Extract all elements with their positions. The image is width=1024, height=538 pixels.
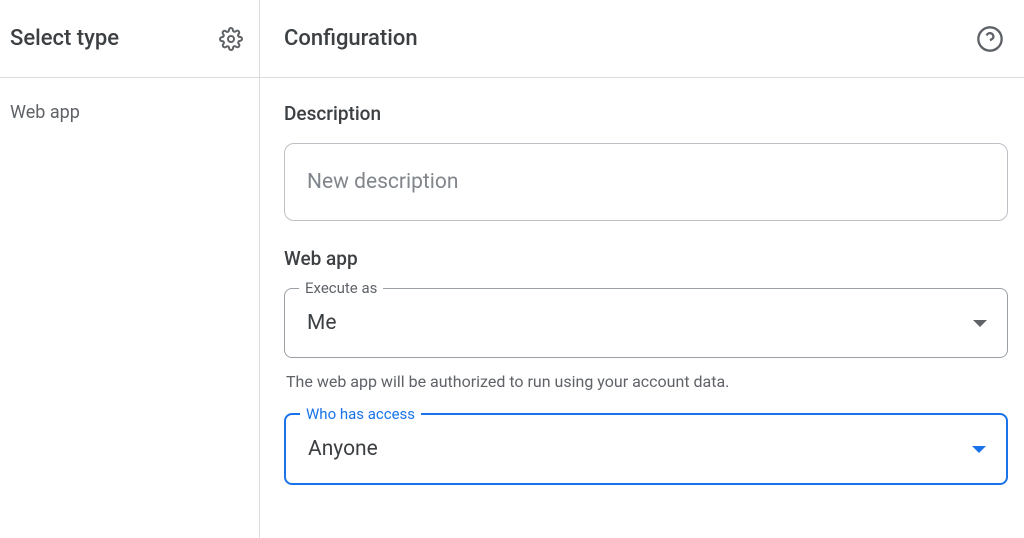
help-icon[interactable] <box>972 21 1008 57</box>
chevron-down-icon <box>972 446 986 453</box>
who-has-access-legend: Who has access <box>300 405 421 423</box>
execute-as-select[interactable]: Execute as Me <box>284 288 1008 358</box>
main-panel: Configuration Description Web app Execut… <box>260 0 1024 538</box>
sidebar: Select type Web app <box>0 0 260 538</box>
execute-as-value: Me <box>307 311 336 335</box>
sidebar-list: Web app <box>0 78 259 129</box>
description-label: Description <box>284 102 1008 125</box>
content-area: Description Web app Execute as Me The we… <box>260 78 1024 509</box>
who-has-access-select[interactable]: Who has access Anyone <box>284 413 1008 485</box>
chevron-down-icon <box>973 320 987 327</box>
sidebar-header: Select type <box>0 0 259 78</box>
description-input[interactable] <box>284 143 1008 221</box>
execute-as-content: Me <box>285 289 1007 357</box>
sidebar-item-webapp[interactable]: Web app <box>0 96 259 129</box>
execute-as-helper: The web app will be authorized to run us… <box>284 372 1008 391</box>
execute-as-legend: Execute as <box>299 279 383 297</box>
sidebar-title: Select type <box>10 26 119 51</box>
who-has-access-value: Anyone <box>308 437 378 461</box>
main-title: Configuration <box>284 26 418 51</box>
webapp-label: Web app <box>284 247 1008 270</box>
main-header: Configuration <box>260 0 1024 78</box>
who-has-access-content: Anyone <box>286 415 1006 483</box>
dialog-container: Select type Web app Configuration <box>0 0 1024 538</box>
gear-icon[interactable] <box>215 23 247 55</box>
webapp-section: Web app Execute as Me The web app will b… <box>284 247 1008 485</box>
